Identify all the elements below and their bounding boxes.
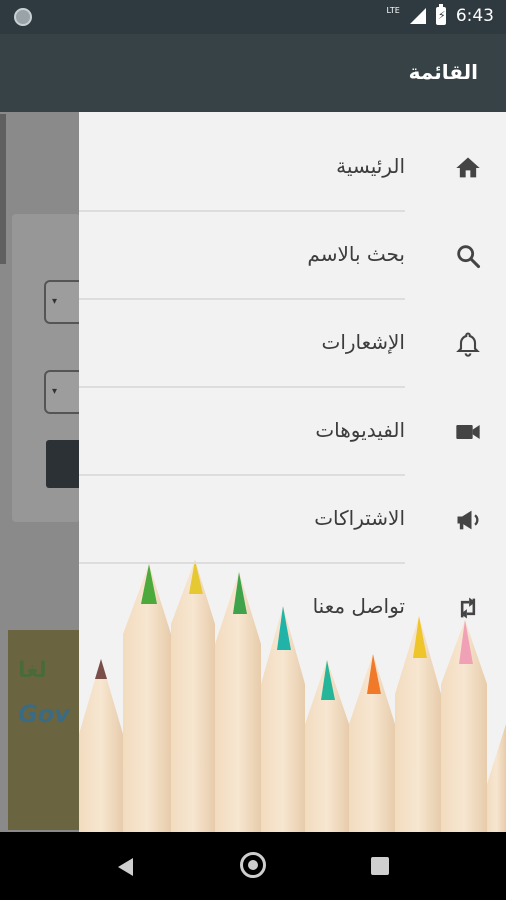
background-scrollbar [0,114,6,264]
megaphone-icon [457,510,479,530]
menu-item-label: بحث بالاسم [307,242,405,266]
menu-item-label: الاشتراكات [314,506,405,530]
notification-dot-icon [14,8,32,26]
background-banner-arabic: لغا [18,658,47,683]
navigation-drawer: القائمة الرئيسية بحث بالاسم الإشعارات ال… [79,34,506,832]
menu-item-contact-us[interactable]: تواصل معنا [79,564,506,652]
network-type: LTE [386,5,400,15]
menu-item-label: الرئيسية [336,154,405,178]
drawer-title: القائمة [408,60,478,84]
menu-item-home[interactable]: الرئيسية [79,124,506,212]
status-indicators: LTE ⚡ 6:43 [386,4,494,26]
status-bar: LTE ⚡ 6:43 [0,0,506,34]
background-select-2: ▾ [44,370,84,414]
system-nav-bar [0,832,506,900]
drawer-header: القائمة [79,34,506,112]
swap-arrows-icon [460,597,476,619]
background-app-header [0,34,80,112]
menu-item-subscriptions[interactable]: الاشتراكات [79,476,506,564]
bell-icon [456,332,480,357]
background-banner: لغا Gov [8,630,80,830]
menu-item-label: الإشعارات [321,330,405,354]
signal-icon [409,8,426,24]
back-icon[interactable] [118,858,133,876]
background-select-1: ▾ [44,280,84,324]
recent-apps-icon[interactable] [371,857,389,875]
menu-item-label: تواصل معنا [312,594,405,618]
background-form-card: ▾ ▾ [12,214,86,522]
drawer-menu: الرئيسية بحث بالاسم الإشعارات الفيديوهات… [79,124,506,652]
menu-item-search-by-name[interactable]: بحث بالاسم [79,212,506,300]
search-icon [457,245,481,269]
battery-icon: ⚡ [435,4,446,25]
menu-item-label: الفيديوهات [315,418,405,442]
menu-item-notifications[interactable]: الإشعارات [79,300,506,388]
home-circle-icon[interactable] [240,852,266,878]
clock: 6:43 [455,6,494,26]
home-icon [456,157,480,178]
background-app: ▾ ▾ لغا Gov [0,34,86,832]
video-camera-icon [456,425,480,439]
background-banner-text: Gov [18,700,70,728]
menu-item-videos[interactable]: الفيديوهات [79,388,506,476]
